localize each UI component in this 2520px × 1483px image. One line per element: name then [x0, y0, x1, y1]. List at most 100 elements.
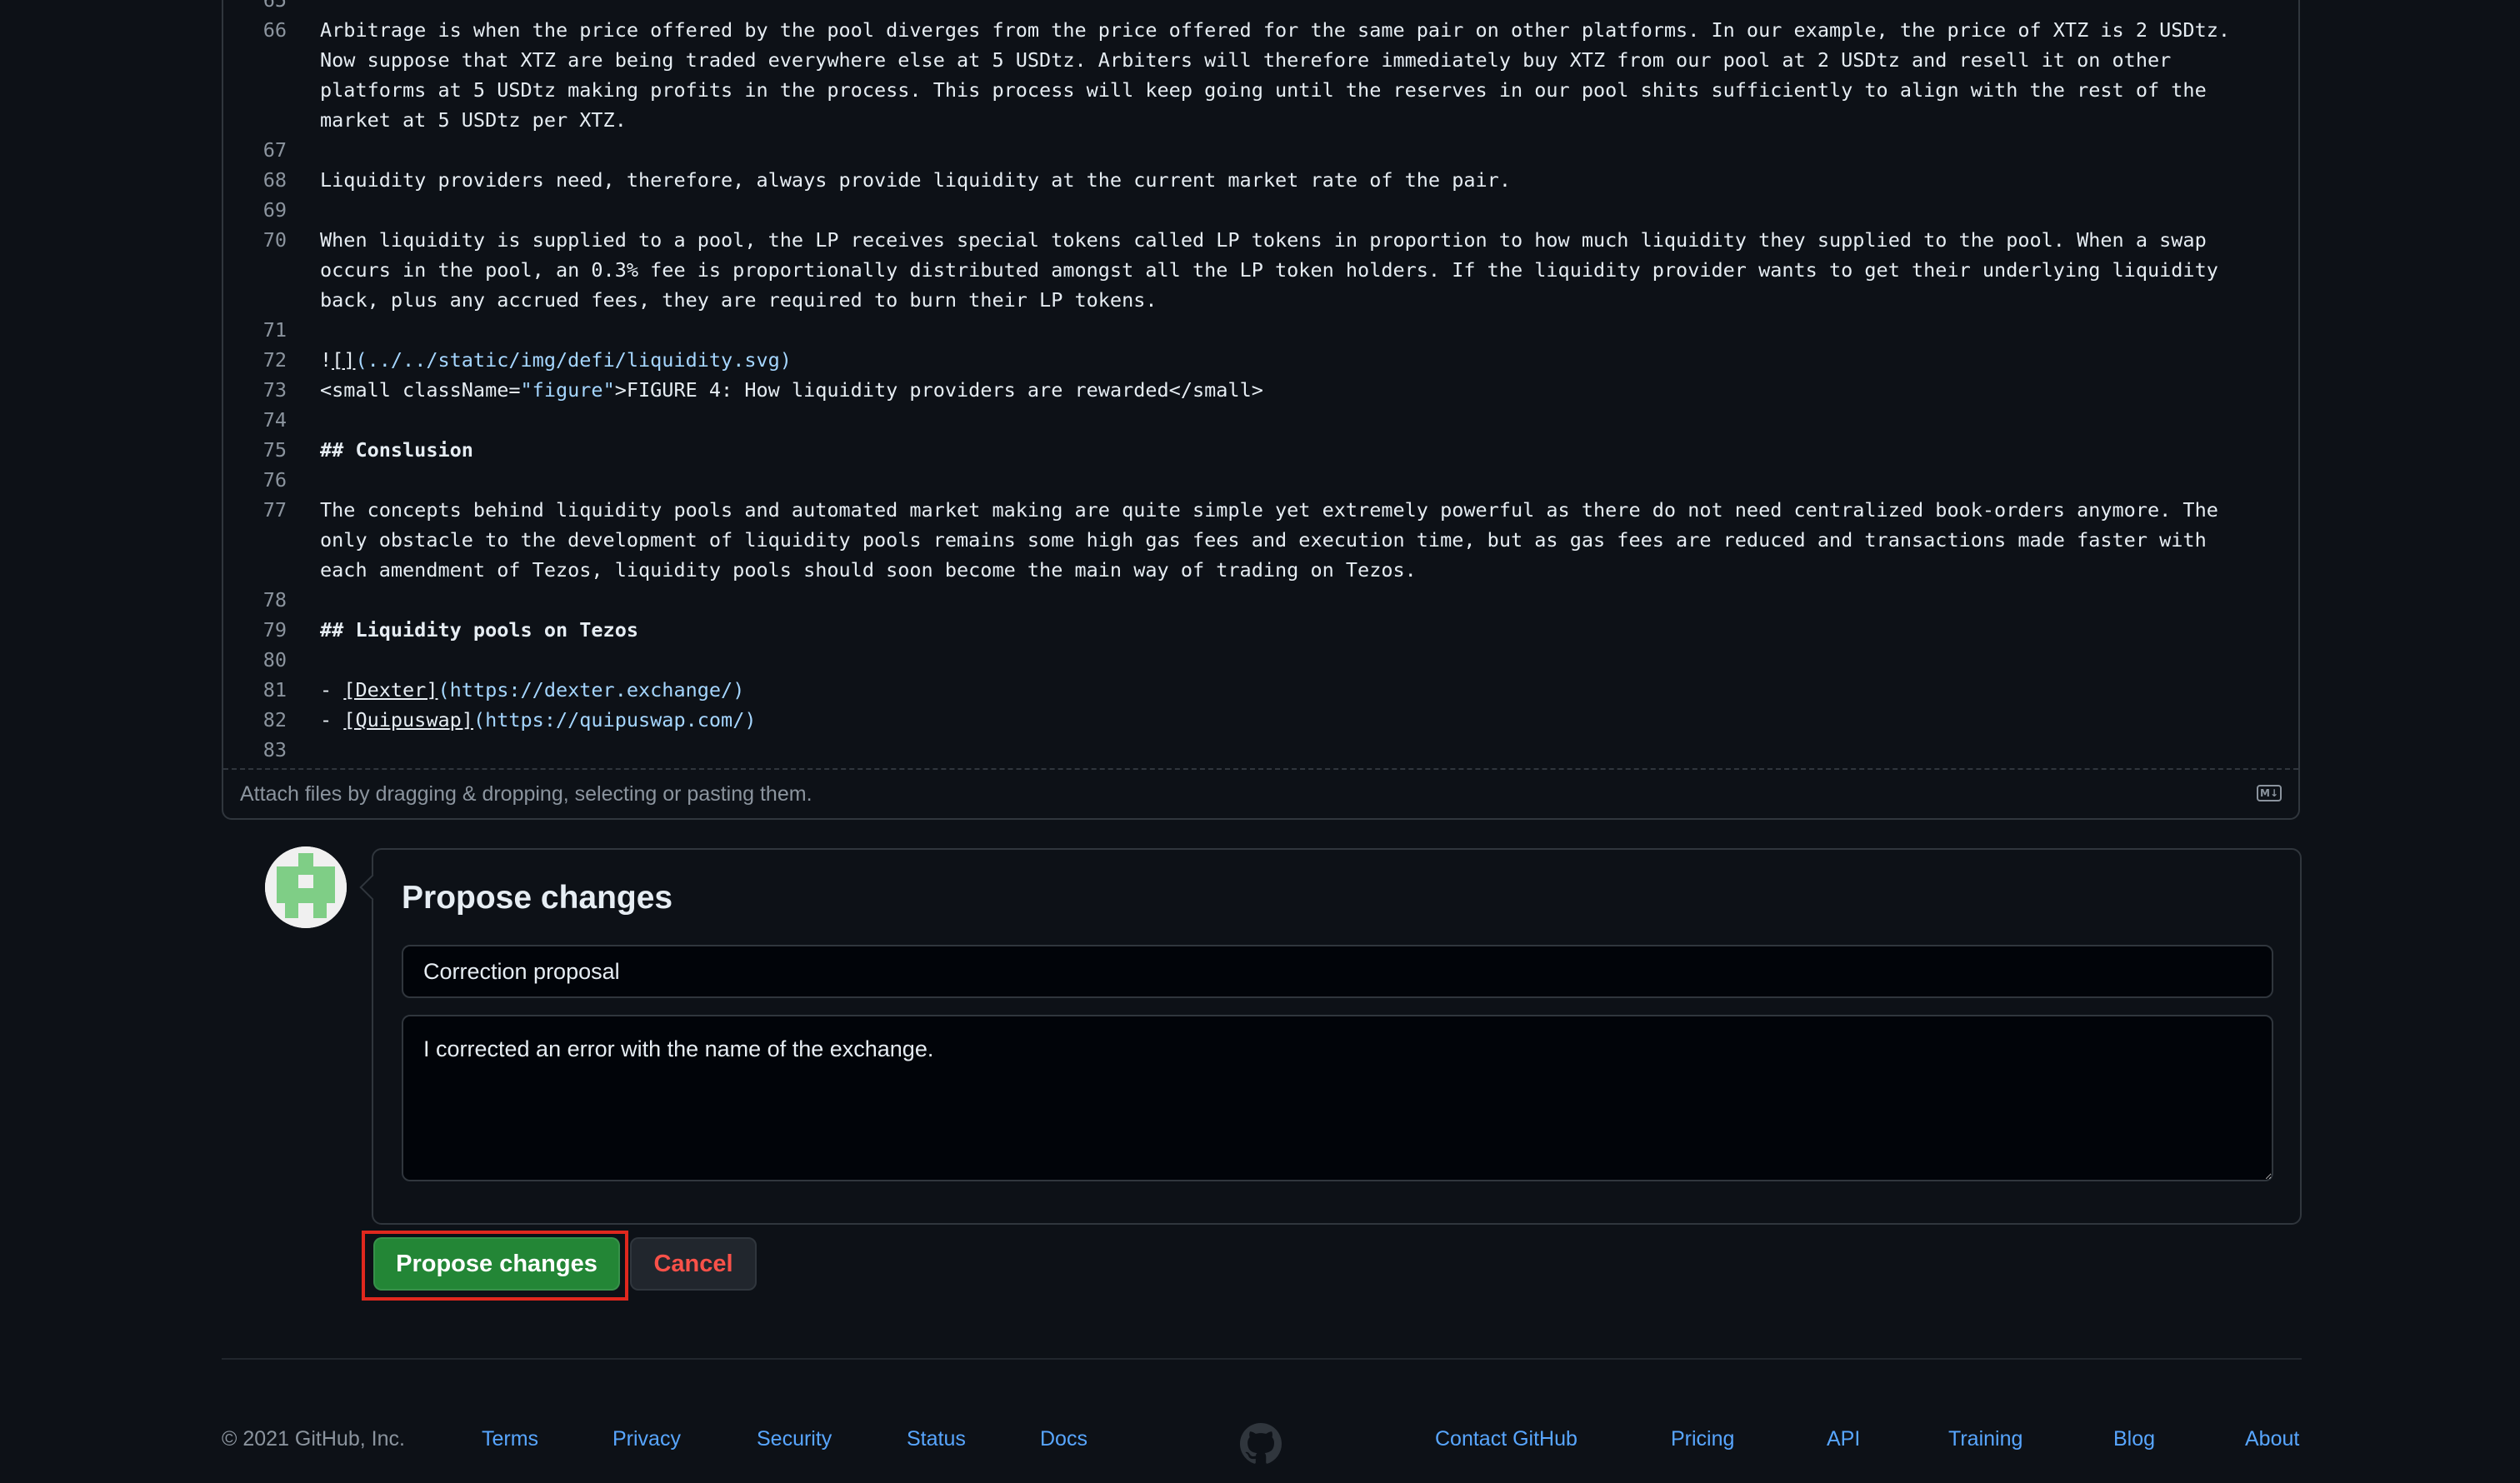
code-line: 72 ![](../../static/img/defi/liquidity.sv…: [223, 345, 2298, 375]
line-number: 71: [262, 318, 287, 342]
line-text: - [Quipuswap](https://quipuswap.com/): [320, 705, 2273, 735]
line-text: - [Dexter](https://dexter.exchange/): [320, 675, 2273, 705]
commit-title-input[interactable]: [402, 945, 2273, 998]
code-line-wrap: occurs in the pool, an 0.3% fee is propo…: [223, 255, 2298, 285]
code-line: 74: [223, 405, 2298, 435]
footer-link-docs[interactable]: Docs: [1040, 1426, 1088, 1451]
code-line: 75 ## Conslusion: [223, 435, 2298, 465]
code-line: 66 Arbitrage is when the price offered by…: [223, 15, 2298, 45]
line-text: each amendment of Tezos, liquidity pools…: [320, 558, 1417, 582]
line-number: 67: [262, 138, 287, 162]
link-text: [Quipuswap]: [343, 708, 473, 732]
code-line: 81 - [Dexter](https://dexter.exchange/): [223, 675, 2298, 705]
code-line-wrap: only obstacle to the development of liqu…: [223, 525, 2298, 555]
link-url: (https://quipuswap.com/): [472, 708, 757, 732]
line-number: 72: [262, 348, 287, 372]
code-line: 79 ## Liquidity pools on Tezos: [223, 615, 2298, 645]
code-line: 76: [223, 465, 2298, 495]
line-number: 69: [262, 198, 287, 222]
file-editor[interactable]: 65 66 Arbitrage is when the price offered…: [222, 0, 2300, 820]
line-number: 75: [262, 438, 287, 462]
code-line: 68 Liquidity providers need, therefore, a…: [223, 165, 2298, 195]
code-line: 67: [223, 135, 2298, 165]
code-area[interactable]: 65 66 Arbitrage is when the price offered…: [223, 0, 2298, 768]
line-text: The concepts behind liquidity pools and …: [320, 498, 2218, 522]
footer-link-security[interactable]: Security: [757, 1426, 832, 1451]
code-line: 80: [223, 645, 2298, 675]
code-line: 77 The concepts behind liquidity pools an…: [223, 495, 2298, 525]
code-line: 65: [223, 0, 2298, 15]
list-bullet: -: [320, 708, 344, 732]
attach-files-bar[interactable]: Attach files by dragging & dropping, sel…: [223, 768, 2298, 818]
line-number: 77: [262, 498, 287, 522]
line-number: 80: [262, 648, 287, 672]
line-text: market at 5 USDtz per XTZ.: [320, 108, 627, 132]
avatar[interactable]: [265, 846, 347, 928]
line-number: 79: [262, 618, 287, 642]
footer-link-pricing[interactable]: Pricing: [1671, 1426, 1734, 1451]
code-line: 69: [223, 195, 2298, 225]
markdown-heading: ## Conslusion: [320, 438, 473, 462]
line-number: 81: [262, 678, 287, 702]
line-number: 74: [262, 408, 287, 432]
footer-link-contact[interactable]: Contact GitHub: [1435, 1426, 1578, 1451]
markdown-icon[interactable]: M↓: [2257, 785, 2282, 801]
propose-changes-heading: Propose changes: [402, 880, 673, 916]
footer-link-status[interactable]: Status: [907, 1426, 966, 1451]
line-number: 66: [262, 18, 287, 42]
image-bang: !: [320, 348, 332, 372]
image-alt-link: []: [332, 348, 356, 372]
footer-link-blog[interactable]: Blog: [2113, 1426, 2155, 1451]
code-line: 78: [223, 585, 2298, 615]
footer-divider: [222, 1358, 2302, 1360]
image-url: (../../static/img/defi/liquidity.svg): [355, 348, 792, 372]
line-number: 83: [262, 738, 287, 761]
github-logo-icon[interactable]: [1240, 1423, 1282, 1465]
line-text: back, plus any accrued fees, they are re…: [320, 288, 1158, 312]
line-text: Now suppose that XTZ are being traded ev…: [320, 48, 2172, 72]
line-text: <small className="figure">FIGURE 4: How …: [320, 375, 2273, 405]
cancel-button[interactable]: Cancel: [630, 1237, 757, 1291]
line-text: Liquidity providers need, therefore, alw…: [320, 168, 1511, 192]
propose-changes-button[interactable]: Propose changes: [373, 1237, 620, 1291]
line-number: 65: [262, 0, 287, 12]
code-line: 71: [223, 315, 2298, 345]
code-line: 70 When liquidity is supplied to a pool, …: [223, 225, 2298, 255]
identicon-avatar-icon: [265, 846, 347, 928]
code-line-wrap: each amendment of Tezos, liquidity pools…: [223, 555, 2298, 585]
line-number: 76: [262, 468, 287, 492]
link-text: [Dexter]: [343, 678, 438, 702]
code-line-wrap: platforms at 5 USDtz making profits in t…: [223, 75, 2298, 105]
small-tag-rest: >FIGURE 4: How liquidity providers are r…: [614, 378, 1263, 402]
small-tag-attr: "figure": [520, 378, 615, 402]
line-number: 82: [262, 708, 287, 732]
line-text: ![](../../static/img/defi/liquidity.svg): [320, 345, 2273, 375]
line-number: 70: [262, 228, 287, 252]
line-text: platforms at 5 USDtz making profits in t…: [320, 78, 2207, 102]
commit-description-input[interactable]: I corrected an error with the name of th…: [402, 1015, 2273, 1181]
markdown-heading: ## Liquidity pools on Tezos: [320, 618, 639, 642]
footer-link-privacy[interactable]: Privacy: [612, 1426, 681, 1451]
footer-link-api[interactable]: API: [1827, 1426, 1860, 1451]
footer-copyright: © 2021 GitHub, Inc.: [222, 1427, 405, 1451]
code-line: 82 - [Quipuswap](https://quipuswap.com/): [223, 705, 2298, 735]
link-url: (https://dexter.exchange/): [438, 678, 745, 702]
line-text: only obstacle to the development of liqu…: [320, 528, 2207, 552]
code-line: 73 <small className="figure">FIGURE 4: Ho…: [223, 375, 2298, 405]
list-bullet: -: [320, 678, 344, 702]
line-text: occurs in the pool, an 0.3% fee is propo…: [320, 258, 2218, 282]
small-tag-open: <small className=: [320, 378, 521, 402]
code-line: 83: [223, 735, 2298, 765]
code-line-wrap: market at 5 USDtz per XTZ.: [223, 105, 2298, 135]
code-line-wrap: back, plus any accrued fees, they are re…: [223, 285, 2298, 315]
line-number: 68: [262, 168, 287, 192]
footer-link-terms[interactable]: Terms: [482, 1426, 538, 1451]
line-number: 73: [262, 378, 287, 402]
line-text: Arbitrage is when the price offered by t…: [320, 18, 2231, 42]
line-number: 78: [262, 588, 287, 612]
line-text: When liquidity is supplied to a pool, th…: [320, 228, 2207, 252]
footer-link-training[interactable]: Training: [1948, 1426, 2022, 1451]
code-line-wrap: Now suppose that XTZ are being traded ev…: [223, 45, 2298, 75]
attach-files-hint: Attach files by dragging & dropping, sel…: [240, 782, 812, 806]
footer-link-about[interactable]: About: [2245, 1426, 2299, 1451]
